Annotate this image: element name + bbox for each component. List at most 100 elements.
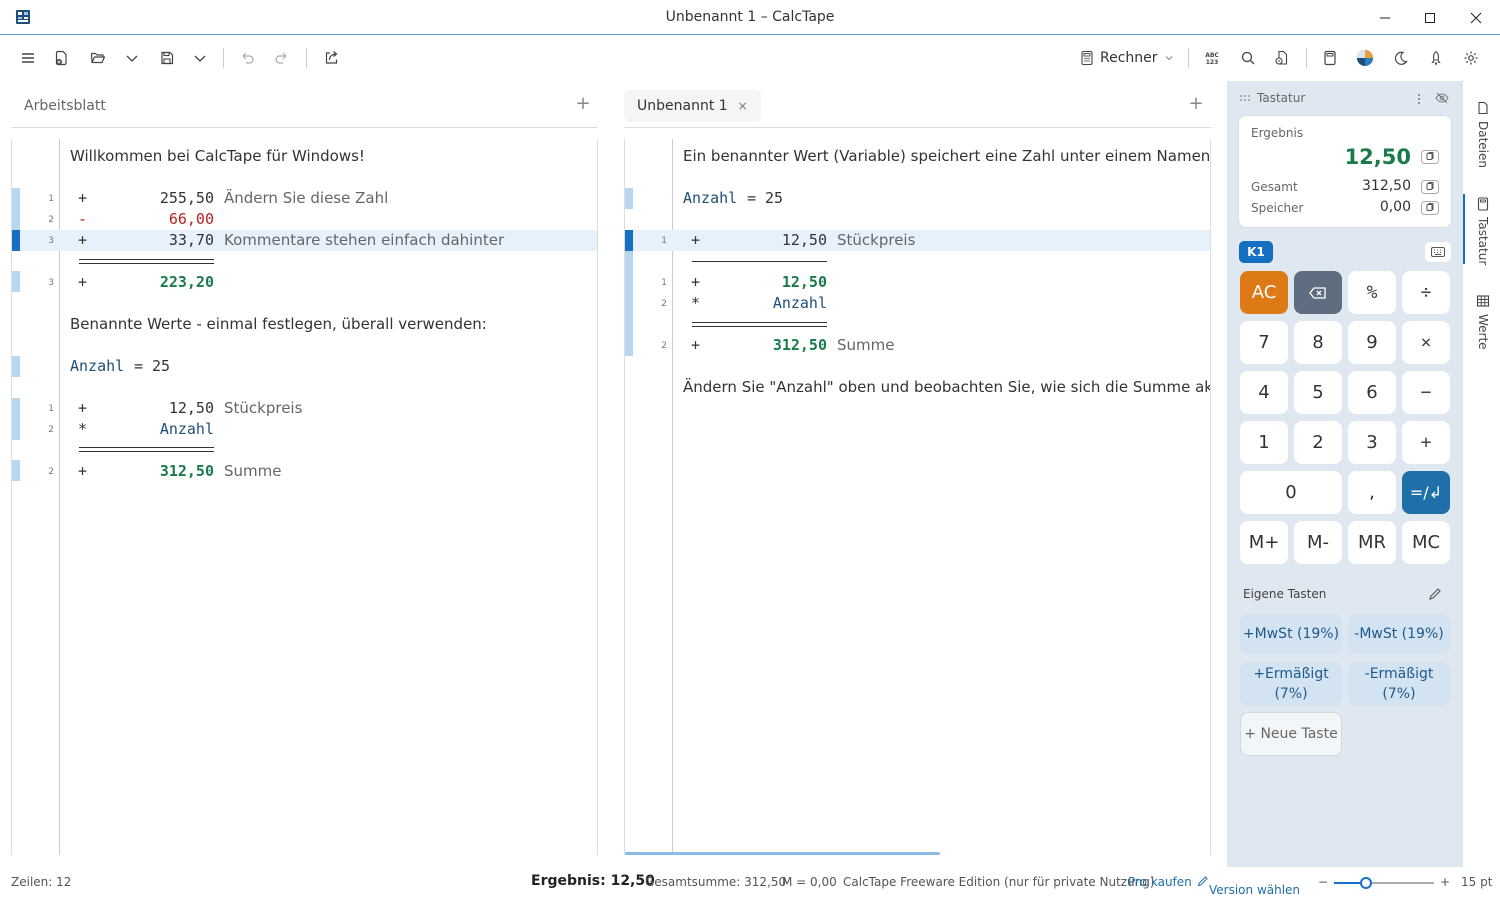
redo-button[interactable] <box>271 47 293 69</box>
side-tab-strip: Dateien Tastatur Werte <box>1463 81 1500 867</box>
key-3[interactable]: 3 <box>1348 421 1396 464</box>
new-key-button[interactable]: + Neue Taste <box>1240 712 1342 756</box>
comma-key[interactable]: , <box>1348 471 1396 514</box>
calc-line: 2 * Anzahl <box>12 419 597 440</box>
custom-key-vat-add[interactable]: +MwSt (19%) <box>1240 614 1342 654</box>
comment: Kommentare stehen einfach dahinter <box>224 231 505 249</box>
keyset-badge[interactable]: K1 <box>1239 241 1273 263</box>
tab-close-icon[interactable]: × <box>738 99 748 113</box>
sum-value: 312,50 <box>772 336 827 354</box>
mode-select[interactable]: Rechner <box>1080 46 1174 70</box>
calculator-icon <box>1324 50 1336 66</box>
file-icon <box>1478 101 1488 115</box>
copy-icon[interactable] <box>1421 150 1439 164</box>
sum-rule <box>79 263 214 264</box>
menu-button[interactable] <box>17 47 39 69</box>
right-tab-bar: Unbenannt 1 × + <box>624 86 1211 128</box>
multiply-key[interactable]: × <box>1402 321 1450 364</box>
horizontal-scrollbar[interactable] <box>625 852 940 855</box>
key-4[interactable]: 4 <box>1240 371 1288 414</box>
copy-icon[interactable] <box>1421 201 1439 215</box>
equals-enter-key[interactable]: =/↲ <box>1402 471 1450 514</box>
comment: Summe <box>837 336 895 354</box>
close-button[interactable] <box>1453 0 1499 35</box>
choose-version-link[interactable]: Version wählen <box>1197 875 1300 897</box>
key-7[interactable]: 7 <box>1240 321 1288 364</box>
zoom-slider-thumb[interactable] <box>1360 877 1372 889</box>
abc-123-icon: ABC123 <box>1205 52 1219 66</box>
custom-key-reduced-remove[interactable]: -Ermäßigt (7%) <box>1348 662 1450 706</box>
percent-key[interactable]: % <box>1348 271 1396 314</box>
line-number: 2 <box>48 467 54 477</box>
sum-rule <box>79 259 214 260</box>
tab-files[interactable]: Dateien <box>1473 101 1493 168</box>
calc-line: 1 + 12,50 <box>625 272 1210 293</box>
zoom-in-button[interactable]: + <box>1440 875 1450 889</box>
key-0[interactable]: 0 <box>1240 471 1342 514</box>
key-8[interactable]: 8 <box>1294 321 1342 364</box>
named-values-text: Benannte Werte - einmal festlegen, übera… <box>70 315 487 333</box>
memory-clear-key[interactable]: MC <box>1402 521 1450 564</box>
undo-button[interactable] <box>236 47 258 69</box>
custom-key-vat-remove[interactable]: -MwSt (19%) <box>1348 614 1450 654</box>
dark-mode-button[interactable] <box>1390 47 1412 69</box>
theme-button[interactable] <box>1354 47 1376 69</box>
key-5[interactable]: 5 <box>1294 371 1342 414</box>
tab-arbeitsblatt[interactable]: Arbeitsblatt <box>11 90 119 122</box>
key-2[interactable]: 2 <box>1294 421 1342 464</box>
share-icon <box>325 51 338 64</box>
hide-panel-icon[interactable] <box>1435 92 1449 104</box>
pencil-icon[interactable] <box>1428 587 1442 601</box>
more-options-icon[interactable] <box>1416 93 1422 105</box>
memory-recall-key[interactable]: MR <box>1348 521 1396 564</box>
add-tab-button[interactable]: + <box>1186 94 1206 114</box>
save-button[interactable] <box>156 47 178 69</box>
save-dropdown-button[interactable] <box>189 47 211 69</box>
add-key[interactable]: + <box>1402 421 1450 464</box>
convert-button[interactable] <box>1271 47 1293 69</box>
new-file-button[interactable] <box>51 47 73 69</box>
result-display: Ergebnis 12,50 Gesamt 312,50 Speicher 0,… <box>1238 115 1452 228</box>
variable-name: Anzahl <box>683 189 738 207</box>
operator: * <box>691 294 701 312</box>
drag-handle-icon[interactable] <box>1239 94 1251 102</box>
copy-icon[interactable] <box>1421 180 1439 194</box>
maximize-button[interactable] <box>1407 0 1453 35</box>
minimize-icon <box>1380 17 1390 18</box>
zoom-slider-track[interactable] <box>1334 877 1434 889</box>
tab-unbenannt-1[interactable]: Unbenannt 1 × <box>624 90 761 122</box>
divide-key[interactable]: ÷ <box>1402 271 1450 314</box>
value: 12,50 <box>781 273 827 291</box>
svg-text:ABC: ABC <box>1205 52 1219 59</box>
keyboard-toggle-button[interactable] <box>1425 242 1451 262</box>
spellcheck-button[interactable]: ABC 123 <box>1201 47 1223 69</box>
custom-key-reduced-add[interactable]: +Ermäßigt (7%) <box>1240 662 1342 706</box>
memory-subtract-key[interactable]: M- <box>1294 521 1342 564</box>
backspace-key[interactable] <box>1294 271 1342 314</box>
worksheet-right[interactable]: Ein benannter Wert (Variable) speichert … <box>624 139 1211 855</box>
open-dropdown-button[interactable] <box>121 47 143 69</box>
key-9[interactable]: 9 <box>1348 321 1396 364</box>
tab-keyboard[interactable]: Tastatur <box>1473 197 1493 265</box>
settings-button[interactable] <box>1460 47 1482 69</box>
clear-key[interactable]: AC <box>1240 271 1288 314</box>
key-6[interactable]: 6 <box>1348 371 1396 414</box>
key-1[interactable]: 1 <box>1240 421 1288 464</box>
minimize-button[interactable] <box>1362 0 1408 35</box>
subtract-key[interactable]: − <box>1402 371 1450 414</box>
line-number: 1 <box>661 278 667 288</box>
sum-value: 312,50 <box>159 462 214 480</box>
search-button[interactable] <box>1237 47 1259 69</box>
zoom-out-button[interactable]: − <box>1318 875 1328 889</box>
worksheet-left[interactable]: Willkommen bei CalcTape für Windows! 1 +… <box>11 139 598 855</box>
memory-add-key[interactable]: M+ <box>1240 521 1288 564</box>
tab-values[interactable]: Werte <box>1473 294 1493 350</box>
buy-pro-link[interactable]: Pro kaufen <box>1128 875 1192 889</box>
folder-open-icon <box>90 52 106 64</box>
line-number: 2 <box>661 341 667 351</box>
calculator-view-button[interactable] <box>1319 47 1341 69</box>
tips-button[interactable] <box>1425 47 1447 69</box>
add-tab-button[interactable]: + <box>573 94 593 114</box>
open-button[interactable] <box>87 47 109 69</box>
share-button[interactable] <box>320 47 342 69</box>
